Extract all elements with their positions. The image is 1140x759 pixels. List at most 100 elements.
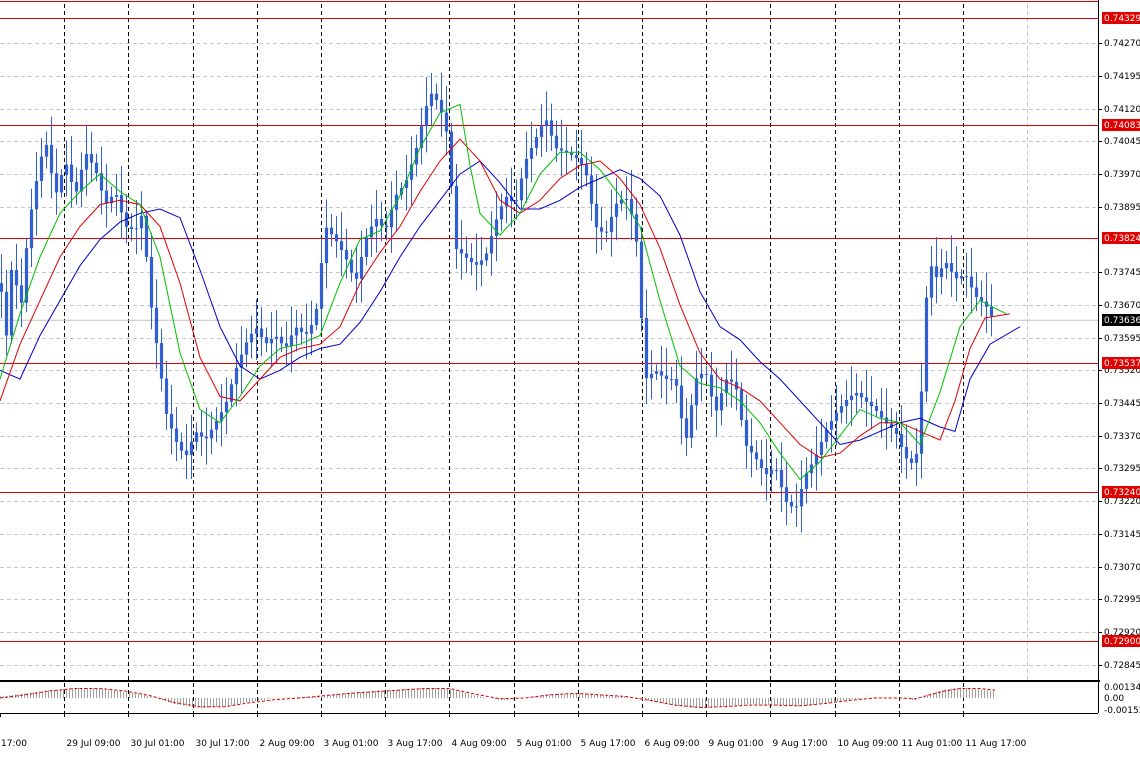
candle-body bbox=[864, 397, 869, 402]
candle-body bbox=[189, 441, 194, 455]
chart-canvas[interactable]: 0.74270 0.74195 0.74120 0.74045 0.73970 0.738… bbox=[0, 0, 1140, 756]
candle-body bbox=[84, 154, 89, 170]
candle-body bbox=[269, 338, 274, 344]
candle-body bbox=[959, 276, 964, 279]
candle-body bbox=[594, 203, 599, 228]
candle-body bbox=[799, 488, 804, 507]
candle-body bbox=[369, 226, 374, 238]
candle-body bbox=[609, 216, 614, 233]
candle-body bbox=[459, 249, 464, 254]
candle-body bbox=[939, 268, 944, 278]
candle-body bbox=[119, 195, 124, 213]
candle-body bbox=[89, 154, 94, 163]
candle-body bbox=[854, 393, 859, 396]
x-tick-label: 4 Aug 09:00 bbox=[452, 739, 507, 749]
candle-body bbox=[234, 367, 239, 385]
candle-body bbox=[334, 234, 339, 242]
y-tick-label: 0.73745 bbox=[1104, 268, 1140, 278]
candle-body bbox=[289, 335, 294, 347]
oscillator-tick-label: -0.00152 bbox=[1104, 706, 1140, 716]
candle-body bbox=[94, 162, 99, 174]
candle-body bbox=[359, 256, 364, 279]
candle-body bbox=[474, 262, 479, 265]
candle-body bbox=[449, 131, 454, 186]
y-tick-label: 0.73595 bbox=[1104, 334, 1140, 344]
candle-body bbox=[184, 450, 189, 455]
candle-body bbox=[374, 219, 379, 227]
candle-body bbox=[539, 126, 544, 138]
candle-body bbox=[299, 327, 304, 332]
candle-body bbox=[314, 308, 319, 325]
candle-body bbox=[29, 209, 34, 249]
x-tick-label: 5 Aug 17:00 bbox=[581, 739, 636, 749]
candle-body bbox=[769, 469, 774, 475]
level-label: 0.74083 bbox=[1104, 121, 1140, 131]
candle-body bbox=[279, 336, 284, 344]
candle-body bbox=[54, 173, 59, 193]
candle-body bbox=[204, 436, 209, 439]
candle-body bbox=[69, 164, 74, 182]
candle-body bbox=[874, 406, 879, 411]
candle-body bbox=[549, 120, 554, 136]
candle-body bbox=[844, 400, 849, 407]
candle-body bbox=[489, 236, 494, 254]
candle-body bbox=[859, 393, 864, 398]
candle-body bbox=[664, 375, 669, 380]
candle-body bbox=[439, 99, 444, 113]
level-label: 0.73824 bbox=[1104, 234, 1140, 244]
candle-body bbox=[164, 378, 169, 414]
candle-body bbox=[899, 434, 904, 448]
price-chart[interactable]: 0.74270 0.74195 0.74120 0.74045 0.73970 0.738… bbox=[0, 0, 1140, 756]
oscillator-tick-label: 0.00 bbox=[1104, 694, 1124, 704]
candle-body bbox=[129, 226, 134, 230]
candle-body bbox=[974, 287, 979, 298]
candle-body bbox=[309, 324, 314, 334]
candle-body bbox=[104, 190, 109, 204]
candle-body bbox=[659, 371, 664, 376]
candle-body bbox=[0, 283, 4, 292]
candle-body bbox=[294, 327, 299, 336]
candle-body bbox=[934, 266, 939, 278]
candle-body bbox=[879, 410, 884, 418]
y-tick-label: 0.74195 bbox=[1104, 72, 1140, 82]
candle-body bbox=[679, 385, 684, 419]
y-tick-label: 0.73970 bbox=[1104, 170, 1140, 180]
candle-body bbox=[79, 169, 84, 192]
candle-body bbox=[244, 342, 249, 355]
candle-body bbox=[4, 291, 9, 336]
candle-body bbox=[784, 487, 789, 503]
y-tick-label: 0.73220 bbox=[1104, 497, 1140, 507]
candle-body bbox=[989, 306, 994, 317]
y-tick-label: 0.74045 bbox=[1104, 137, 1140, 147]
candle-body bbox=[224, 401, 229, 413]
candle-body bbox=[274, 336, 279, 339]
x-tick-label: 9 Aug 17:00 bbox=[773, 739, 828, 749]
candle-body bbox=[319, 263, 324, 309]
x-tick-label: 11 Aug 01:00 bbox=[902, 739, 963, 749]
candle-body bbox=[524, 158, 529, 179]
candle-body bbox=[479, 260, 484, 265]
candle-body bbox=[354, 272, 359, 279]
candle-body bbox=[159, 343, 164, 379]
candle-body bbox=[704, 373, 709, 375]
candle-body bbox=[969, 276, 974, 288]
candle-body bbox=[259, 328, 264, 338]
y-tick-label: 0.73670 bbox=[1104, 301, 1140, 311]
candle-body bbox=[434, 93, 439, 100]
x-tick-label: 30 Jul 01:00 bbox=[131, 739, 185, 749]
candle-body bbox=[9, 270, 14, 336]
x-tick-label: 6 Aug 09:00 bbox=[645, 739, 700, 749]
candle-body bbox=[574, 154, 579, 158]
candle-body bbox=[324, 227, 329, 264]
candle-body bbox=[249, 333, 254, 343]
candle-body bbox=[254, 328, 259, 334]
candle-body bbox=[494, 219, 499, 237]
candle-body bbox=[199, 432, 204, 437]
level-label: 0.73537 bbox=[1104, 359, 1140, 369]
candle-body bbox=[589, 175, 594, 204]
x-tick-label: 29 Jul 09:00 bbox=[67, 739, 121, 749]
candle-body bbox=[139, 215, 144, 229]
candle-body bbox=[904, 447, 909, 459]
candle-body bbox=[584, 164, 589, 176]
candle-body bbox=[714, 396, 719, 411]
